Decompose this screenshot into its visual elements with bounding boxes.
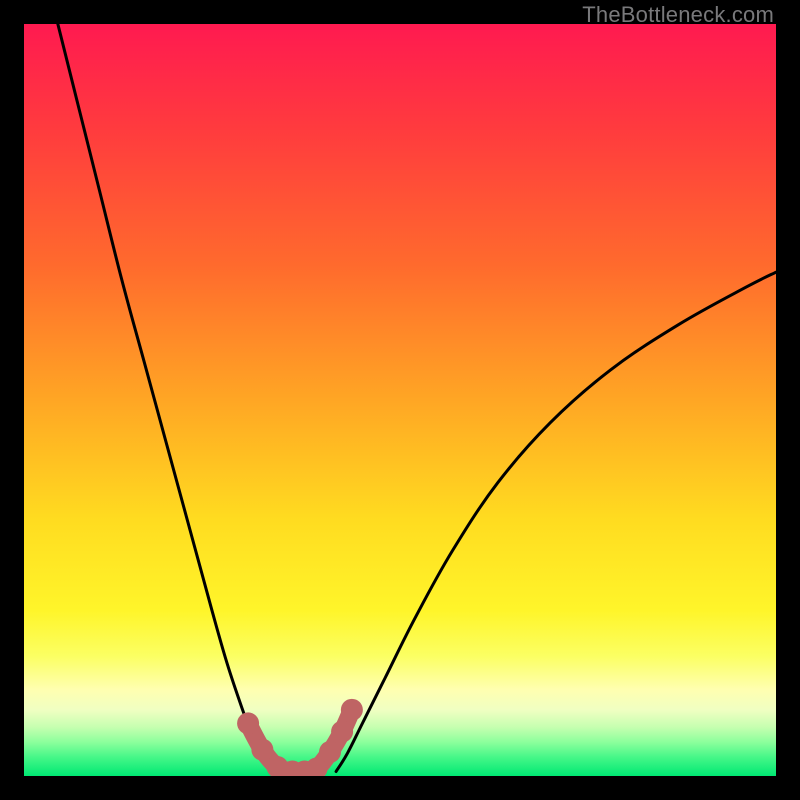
chart-frame: TheBottleneck.com xyxy=(0,0,800,800)
trough-marker xyxy=(331,721,353,743)
trough-marker xyxy=(341,699,363,721)
left-curve xyxy=(58,24,275,771)
chart-curves xyxy=(24,24,776,776)
plot-area xyxy=(24,24,776,776)
trough-marker xyxy=(319,741,341,763)
right-curve xyxy=(336,272,776,771)
trough-marker xyxy=(251,739,273,761)
watermark-text: TheBottleneck.com xyxy=(582,2,774,28)
trough-marker xyxy=(237,712,259,734)
